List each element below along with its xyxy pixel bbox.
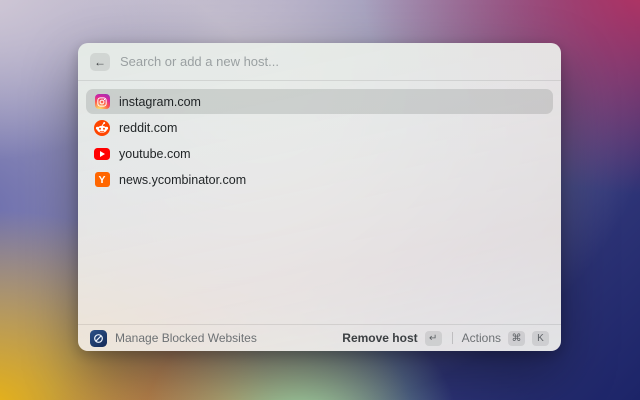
host-label: youtube.com bbox=[119, 146, 191, 161]
footer-bar: Manage Blocked Websites Remove host ↵ Ac… bbox=[78, 324, 561, 351]
back-button[interactable]: ← bbox=[90, 52, 110, 71]
command-key-badge[interactable]: ⌘ bbox=[508, 330, 525, 346]
search-bar: ← bbox=[78, 43, 561, 81]
instagram-icon bbox=[94, 94, 110, 110]
actions-button[interactable]: Actions bbox=[462, 331, 501, 345]
return-key-badge[interactable]: ↵ bbox=[424, 330, 442, 346]
ycombinator-icon: Y bbox=[94, 172, 110, 188]
k-key-badge[interactable]: K bbox=[532, 330, 549, 346]
host-label: news.ycombinator.com bbox=[119, 172, 247, 187]
host-list-item[interactable]: reddit.com bbox=[86, 115, 553, 140]
host-label: instagram.com bbox=[119, 94, 201, 109]
footer-app-label: Manage Blocked Websites bbox=[115, 331, 257, 345]
remove-host-button[interactable]: Remove host bbox=[342, 331, 417, 345]
host-list-item[interactable]: instagram.com bbox=[86, 89, 553, 114]
youtube-icon bbox=[94, 146, 110, 162]
search-input[interactable] bbox=[120, 54, 549, 69]
desktop-wallpaper: { "window": { "search": { "placeholder":… bbox=[0, 0, 640, 400]
host-list: instagram.com reddit.com youtube.com Y n… bbox=[78, 81, 561, 324]
footer-divider bbox=[451, 332, 453, 344]
host-label: reddit.com bbox=[119, 120, 178, 135]
reddit-icon bbox=[94, 119, 110, 136]
blocked-websites-panel: ← instagram.com reddit.com bbox=[78, 43, 561, 351]
footer-actions: Remove host ↵ Actions ⌘ K bbox=[342, 330, 549, 346]
arrow-left-icon: ← bbox=[94, 54, 106, 69]
host-list-item[interactable]: Y news.ycombinator.com bbox=[86, 167, 553, 192]
host-list-item[interactable]: youtube.com bbox=[86, 141, 553, 166]
blocked-circle-icon bbox=[90, 329, 107, 347]
